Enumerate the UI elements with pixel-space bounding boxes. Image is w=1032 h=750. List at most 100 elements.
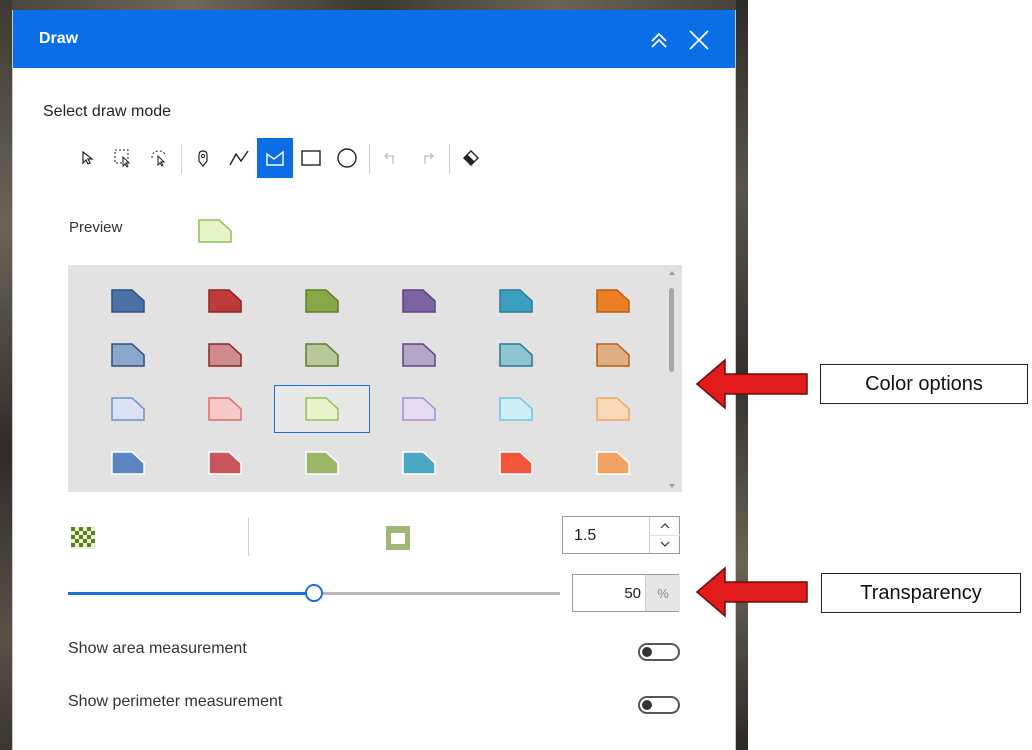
swatch-shape-icon <box>208 289 242 313</box>
color-options-arrow <box>695 358 808 410</box>
polyline-icon <box>229 150 249 166</box>
area-measurement-label: Show area measurement <box>68 640 247 657</box>
color-swatch[interactable] <box>80 331 176 379</box>
point-tool-button[interactable] <box>185 138 221 178</box>
swatch-shape-icon <box>402 289 436 313</box>
color-swatch[interactable] <box>371 331 467 379</box>
close-icon[interactable] <box>687 28 711 52</box>
rect-select-icon <box>114 149 131 168</box>
color-swatch[interactable] <box>371 385 467 433</box>
panel-title: Draw <box>39 30 79 47</box>
erase-tool-button[interactable] <box>453 138 489 178</box>
color-swatch[interactable] <box>371 439 467 487</box>
toggle-knob <box>642 647 652 657</box>
color-swatch[interactable] <box>80 385 176 433</box>
color-swatch[interactable] <box>177 331 273 379</box>
transparency-value[interactable]: 50 <box>573 585 641 602</box>
swatch-shape-icon <box>208 451 242 475</box>
color-swatch[interactable] <box>371 277 467 325</box>
perimeter-measurement-label: Show perimeter measurement <box>68 693 283 710</box>
outline-width-stepper <box>649 517 680 553</box>
rectangle-icon <box>301 150 321 166</box>
color-swatch[interactable] <box>80 439 176 487</box>
scroll-up-icon[interactable] <box>668 270 676 276</box>
color-swatch[interactable] <box>468 277 564 325</box>
swatch-shape-icon <box>305 397 339 421</box>
perimeter-measurement-toggle[interactable] <box>638 696 680 714</box>
swatch-shape-icon <box>499 289 533 313</box>
color-swatch[interactable] <box>468 385 564 433</box>
color-swatch[interactable] <box>565 385 661 433</box>
color-swatch[interactable] <box>274 385 370 433</box>
swatch-shape-icon <box>499 397 533 421</box>
swatch-shape-icon <box>305 451 339 475</box>
color-swatch[interactable] <box>274 439 370 487</box>
swatch-shape-icon <box>596 343 630 367</box>
transparency-callout: Transparency <box>821 573 1021 613</box>
swatch-shape-icon <box>208 397 242 421</box>
lasso-select-icon <box>151 150 166 167</box>
color-swatch[interactable] <box>177 385 273 433</box>
rectangle-tool-button[interactable] <box>293 138 329 178</box>
cursor-arrow-icon <box>82 150 94 165</box>
color-swatch[interactable] <box>177 439 273 487</box>
polygon-tool-button[interactable] <box>257 138 293 178</box>
polyline-tool-button[interactable] <box>221 138 257 178</box>
color-swatch[interactable] <box>274 277 370 325</box>
swatch-shape-icon <box>596 451 630 475</box>
outline-color-button[interactable] <box>386 526 410 550</box>
style-divider <box>248 518 249 556</box>
transparency-arrow <box>695 566 808 618</box>
color-swatch[interactable] <box>468 439 564 487</box>
swatch-shape-icon <box>499 343 533 367</box>
transparency-slider-thumb[interactable] <box>305 584 323 602</box>
select-tool-button[interactable] <box>69 138 105 178</box>
chevron-down-icon <box>660 541 670 547</box>
swatch-shape-icon <box>208 343 242 367</box>
swatch-shape-icon <box>402 343 436 367</box>
panel-header: Draw <box>13 10 735 68</box>
color-palette <box>68 265 682 492</box>
color-swatch[interactable] <box>80 277 176 325</box>
color-swatch[interactable] <box>565 277 661 325</box>
color-options-callout: Color options <box>820 364 1028 404</box>
swatch-shape-icon <box>111 289 145 313</box>
circle-icon <box>337 148 357 168</box>
chevron-up-icon <box>660 523 670 529</box>
toolbar-divider <box>181 144 182 174</box>
swatch-shape-icon <box>111 397 145 421</box>
swatch-shape-icon <box>402 397 436 421</box>
palette-scrollbar[interactable] <box>669 288 674 372</box>
eraser-icon <box>463 150 479 166</box>
color-swatch[interactable] <box>274 331 370 379</box>
preview-swatch <box>197 218 233 249</box>
increment-button[interactable] <box>650 517 680 536</box>
map-background-left <box>0 0 12 750</box>
outline-width-value[interactable]: 1.5 <box>574 527 596 545</box>
decrement-button[interactable] <box>650 535 680 553</box>
swatch-shape-icon <box>499 451 533 475</box>
pin-icon <box>198 150 208 167</box>
lasso-select-tool-button[interactable] <box>141 138 177 178</box>
swatch-shape-icon <box>305 289 339 313</box>
preview-label: Preview <box>69 219 123 236</box>
area-measurement-toggle[interactable] <box>638 643 680 661</box>
percent-unit: % <box>645 575 680 611</box>
redo-tool-button[interactable] <box>409 138 445 178</box>
color-swatch[interactable] <box>565 439 661 487</box>
transparency-slider[interactable] <box>68 584 560 602</box>
color-swatch[interactable] <box>468 331 564 379</box>
color-swatch[interactable] <box>565 331 661 379</box>
circle-tool-button[interactable] <box>329 138 365 178</box>
collapse-icon[interactable] <box>647 28 671 52</box>
rectangle-select-tool-button[interactable] <box>105 138 141 178</box>
scroll-down-icon[interactable] <box>668 483 676 489</box>
fill-pattern-button[interactable] <box>71 527 95 549</box>
undo-icon <box>384 152 394 164</box>
map-background-top <box>12 0 736 10</box>
color-swatch[interactable] <box>177 277 273 325</box>
transparency-slider-fill <box>68 592 314 595</box>
outline-width-input[interactable]: 1.5 <box>562 516 680 554</box>
transparency-input[interactable]: 50 % <box>572 574 680 612</box>
undo-tool-button[interactable] <box>373 138 409 178</box>
